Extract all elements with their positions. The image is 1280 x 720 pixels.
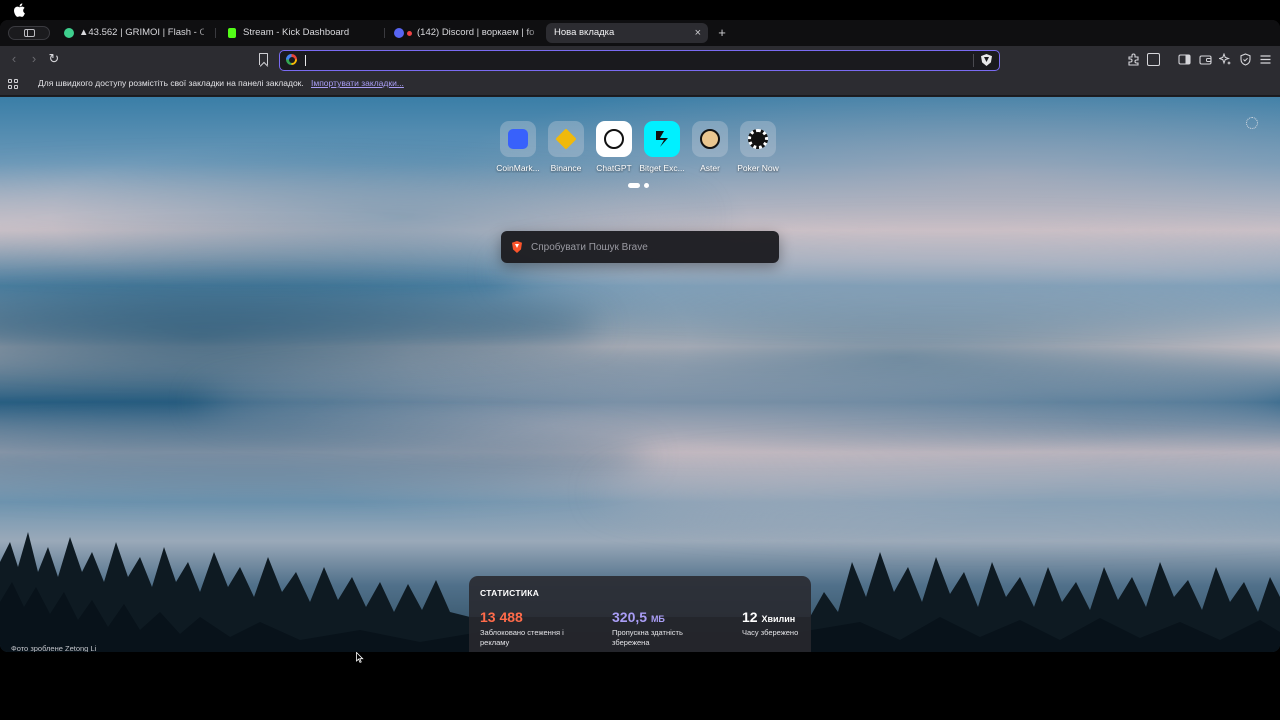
wallet-icon[interactable] [1199,53,1212,66]
bookmarks-hint: Для швидкого доступу розмістіть свої зак… [38,78,304,88]
binance-icon [555,128,577,150]
grimoi-favicon-icon [64,28,74,38]
tab-kick-dashboard[interactable]: Stream - Kick Dashboard [220,23,382,43]
tab-new-tab[interactable]: Нова вкладка × [546,23,708,43]
tab-separator [215,28,216,38]
new-tab-page: CoinMark... Binance ChatGPT Bitget Exc..… [0,97,1280,652]
text-caret [305,55,306,66]
stat-unit: МБ [650,614,665,624]
forward-button[interactable]: › [27,52,41,66]
stats-heading: СТАТИСТИКА [480,588,540,598]
leo-ai-icon[interactable] [1147,53,1160,66]
tab-title: Нова вкладка [554,27,615,38]
stat-description: Пропускна здатність збережена [612,628,683,647]
stat-value: 13 488 [480,609,523,625]
tab-discord[interactable]: (142) Discord | воркаем | focus [386,23,542,43]
brave-shields-icon[interactable] [981,54,992,66]
search-input[interactable] [531,239,771,255]
address-bar[interactable] [279,50,1000,71]
photo-credit[interactable]: Фото зроблене Zetong Li [11,644,96,652]
tab-strip: ▲43.562 | GRIMOI | Flash - Catap Stream … [0,20,1280,46]
tab-grimoi[interactable]: ▲43.562 | GRIMOI | Flash - Catap [56,23,212,43]
brave-lion-icon [512,241,522,253]
kick-favicon-icon [228,28,236,38]
bookmarks-bar: Для швидкого доступу розмістіть свої зак… [0,74,1280,96]
apps-grid-icon[interactable] [8,79,19,90]
top-site-aster[interactable]: Aster [686,121,734,181]
brave-search-box[interactable] [501,231,779,263]
tab-title: Stream - Kick Dashboard [243,27,350,38]
stat-value: 12 [742,609,758,625]
macos-menubar [0,0,1280,20]
new-tab-button[interactable]: + [716,23,728,43]
tab-title: (142) Discord | воркаем | focus [417,27,534,38]
menu-hamburger-icon[interactable] [1259,53,1272,66]
chatgpt-icon [604,129,624,149]
import-bookmarks-link[interactable]: Імпортувати закладки... [311,78,404,88]
tab-separator [384,28,385,38]
coinmarketcap-icon [508,129,528,149]
stat-description: Заблоковано стеження і рекламу [480,628,564,647]
sidebar-icon [24,29,35,37]
address-input[interactable] [308,52,948,68]
browser-window: ▲43.562 | GRIMOI | Flash - Catap Stream … [0,20,1280,652]
browser-toolbar: ‹ › ↻ [0,46,1280,74]
vpn-shield-icon[interactable] [1239,53,1252,66]
mouse-cursor-icon [356,652,364,663]
top-site-chatgpt[interactable]: ChatGPT [590,121,638,181]
google-icon [286,54,297,65]
top-site-coinmarketcap[interactable]: CoinMark... [494,121,542,181]
stat-time-saved: 12 Хвилин Часу збережено [742,609,806,638]
leo-sparkle-icon[interactable] [1218,52,1232,66]
stat-trackers-blocked: 13 488 Заблоковано стеження і рекламу [480,609,590,648]
stat-unit: Хвилин [761,614,796,624]
discord-favicon-icon [394,28,404,38]
poker-chip-icon [748,129,768,149]
recording-indicator-icon [405,28,414,38]
bookmark-icon[interactable] [259,53,268,65]
settings-gear-icon[interactable] [1246,117,1258,129]
top-site-label: Poker Now [737,163,779,173]
stat-bandwidth-saved: 320,5 МБ Пропускна здатність збережена [612,609,722,648]
page-dot[interactable] [644,183,649,188]
stats-widget: СТАТИСТИКА 13 488 Заблоковано стеження і… [469,576,811,652]
aster-icon [700,129,720,149]
apple-logo-icon[interactable] [12,2,26,18]
top-sites-pagination [628,183,652,189]
reload-button[interactable]: ↻ [47,52,61,66]
top-site-bitget[interactable]: Bitget Exc... [638,121,686,181]
extensions-icon[interactable] [1127,53,1140,66]
top-sites: CoinMark... Binance ChatGPT Bitget Exc..… [494,121,786,181]
stat-description: Часу збережено [742,628,799,637]
sidebar-panel-icon[interactable] [1178,53,1191,66]
close-tab-icon[interactable]: × [695,23,701,43]
tab-title: ▲43.562 | GRIMOI | Flash - Catap [79,27,204,38]
bitget-icon [656,131,668,147]
back-button[interactable]: ‹ [7,52,21,66]
sidebar-toggle-button[interactable] [8,26,50,40]
page-dot-active[interactable] [628,183,640,188]
top-site-poker-now[interactable]: Poker Now [734,121,782,181]
top-site-binance[interactable]: Binance [542,121,590,181]
stat-value: 320,5 [612,609,648,625]
